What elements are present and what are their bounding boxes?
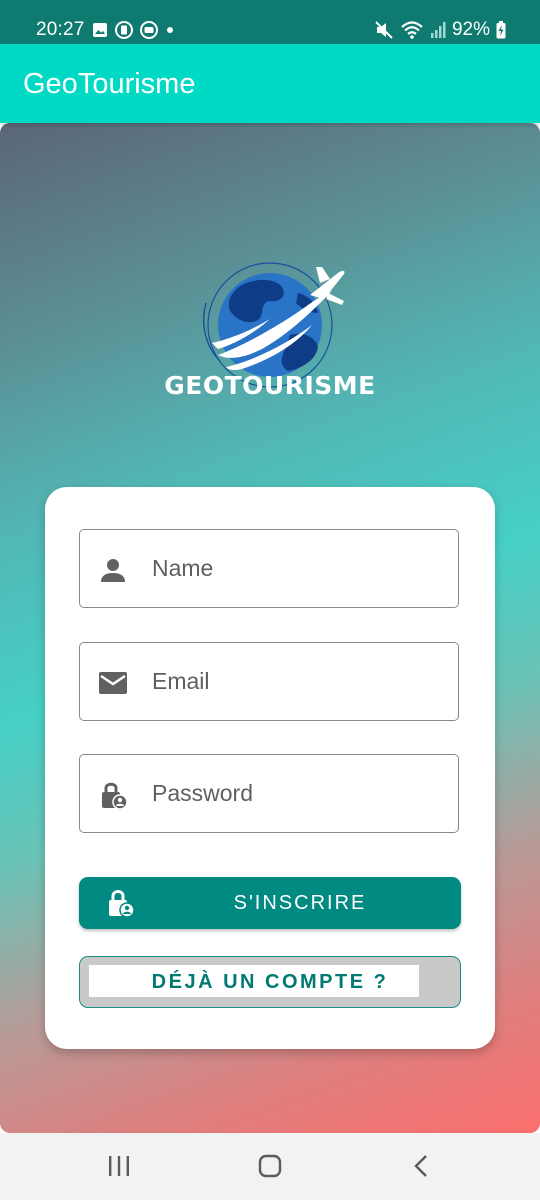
app-notification-icon bbox=[140, 21, 158, 39]
notification-icons bbox=[92, 20, 175, 40]
battery-charging-icon bbox=[496, 21, 506, 39]
already-have-account-label: DÉJÀ UN COMPTE ? bbox=[151, 971, 389, 993]
signal-icon bbox=[430, 22, 446, 38]
mute-icon bbox=[375, 21, 393, 39]
register-label: S'INSCRIRE bbox=[233, 892, 367, 914]
dot-icon bbox=[167, 27, 173, 33]
app-bar: GeoTourisme bbox=[0, 44, 540, 123]
person-icon bbox=[101, 559, 125, 582]
recents-icon[interactable] bbox=[107, 1153, 131, 1179]
lock-person-icon bbox=[102, 782, 128, 810]
password-input[interactable] bbox=[152, 755, 442, 831]
back-icon[interactable] bbox=[410, 1153, 432, 1179]
app-notification-icon bbox=[115, 21, 133, 39]
logo-text: GEOTOURISME bbox=[164, 371, 376, 400]
signup-card: S'INSCRIRE DÉJÀ UN COMPTE ? bbox=[45, 487, 495, 1049]
battery-level: 92% bbox=[451, 19, 490, 40]
system-nav-bar bbox=[0, 1133, 540, 1200]
screen: 20:27 92% GeoTourisme GEOTOURISME Name E… bbox=[0, 0, 540, 1200]
email-input[interactable] bbox=[152, 643, 442, 719]
name-field[interactable] bbox=[79, 529, 459, 608]
gradient-background: GEOTOURISME Name Email S'INSCRIRE DÉJÀ U… bbox=[0, 123, 540, 1133]
lock-person-icon bbox=[109, 890, 135, 918]
email-field[interactable] bbox=[79, 642, 459, 721]
image-notification-icon bbox=[93, 23, 107, 37]
register-button[interactable]: S'INSCRIRE bbox=[79, 877, 461, 929]
status-right: 92% bbox=[374, 18, 506, 42]
email-icon bbox=[99, 672, 127, 694]
status-time: 20:27 bbox=[36, 19, 85, 40]
home-icon[interactable] bbox=[257, 1153, 283, 1179]
name-input[interactable] bbox=[152, 530, 442, 606]
app-title: GeoTourisme bbox=[23, 68, 196, 100]
password-field[interactable] bbox=[79, 754, 459, 833]
status-bar: 20:27 92% bbox=[0, 0, 540, 44]
wifi-icon bbox=[401, 21, 423, 39]
already-have-account-button[interactable]: DÉJÀ UN COMPTE ? bbox=[79, 956, 461, 1008]
